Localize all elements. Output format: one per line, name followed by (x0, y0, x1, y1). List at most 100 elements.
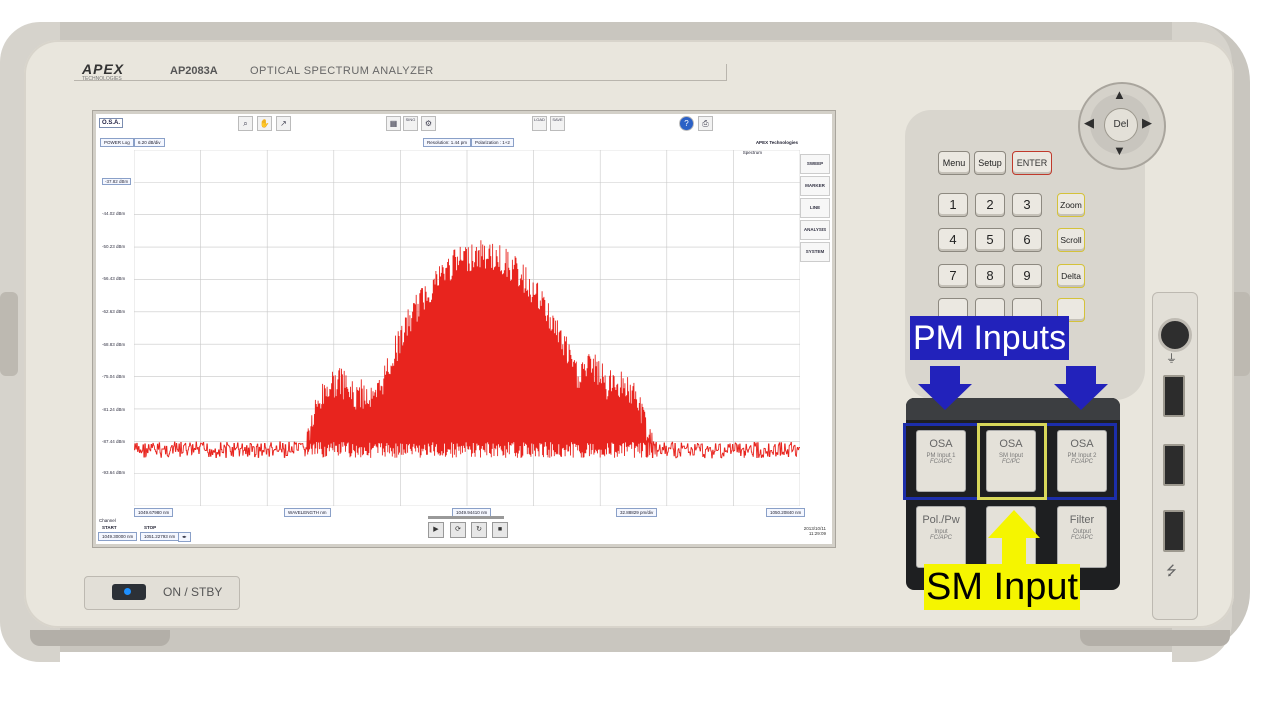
filter-output-connector[interactable]: Filter Output FC/APC (1057, 506, 1107, 568)
digit-key-1[interactable]: 1 (938, 193, 968, 217)
ground-terminal[interactable] (1158, 318, 1192, 352)
y-tick-label: -87.44 dBm (102, 439, 126, 444)
menu-line[interactable]: LINE (800, 198, 830, 218)
scale-label: POWER Log (100, 138, 134, 147)
usb-port[interactable] (1163, 444, 1185, 486)
y-tick-label: -44.02 dBm (102, 211, 126, 216)
display-screen: O.S.A. POWER Log 6.20 dB/div Resolution:… (96, 114, 832, 544)
model-number: AP2083A (170, 65, 218, 77)
delete-button[interactable]: Del (1104, 108, 1138, 142)
load-button[interactable]: LOAD (532, 116, 547, 131)
usb-icon: ⭍ (1166, 563, 1177, 578)
brand-logo: APEX (82, 61, 125, 77)
spectrum-plot[interactable] (134, 150, 800, 506)
arrow-right-icon[interactable]: ▶ (1142, 115, 1152, 131)
power-led (124, 588, 131, 595)
date-time: 2013/10/11 11:29:09 (804, 526, 826, 536)
pm-arrow-left (918, 366, 972, 410)
help-icon[interactable]: ? (679, 116, 694, 131)
menu-analysis[interactable]: ANALYSIS (800, 220, 830, 240)
x-axis-label: WAVELENGTH nm (284, 508, 331, 517)
run-icon[interactable]: ▶ (428, 522, 444, 538)
polarization-readout[interactable]: Polarization : 1+2 (471, 138, 514, 147)
menu-key[interactable]: Menu (938, 151, 970, 175)
digit-key-4[interactable]: 4 (938, 228, 968, 252)
y-tick-label: -93.64 dBm (102, 470, 126, 475)
scroll-bar[interactable] (428, 516, 504, 519)
y-tick-label: -50.23 dBm (102, 244, 126, 249)
x-start-readout[interactable]: 1049.67980 nm (134, 508, 174, 517)
scroll-key[interactable]: Scroll (1057, 228, 1085, 252)
connector-type: FC/APC (929, 535, 952, 541)
y-tick-label: -56.43 dBm (102, 276, 126, 281)
vendor-label: APEX Technologies (755, 140, 798, 145)
power-label: ON / STBY (163, 585, 223, 599)
digit-key-3[interactable]: 3 (1012, 193, 1042, 217)
print-icon[interactable]: ⎙ (698, 116, 713, 131)
digit-key-7[interactable]: 7 (938, 264, 968, 288)
arrow-up-icon[interactable]: ▲ (1113, 87, 1126, 102)
sm-input-highlight (977, 423, 1047, 500)
single-sweep-button[interactable]: SING (403, 116, 418, 131)
autoscale-icon[interactable]: ▦ (386, 116, 401, 131)
brand-subtitle: TECHNOLOGIES (82, 76, 122, 82)
repeat-icon[interactable]: ⟳ (450, 522, 466, 538)
setup-key[interactable]: Setup (974, 151, 1006, 175)
start-value[interactable]: 1049.30000 nm (98, 532, 138, 541)
arrow-down-icon[interactable]: ▼ (1113, 143, 1126, 158)
pm-inputs-callout: PM Inputs (910, 316, 1070, 360)
sm-input-callout: SM Input (924, 564, 1081, 610)
connector-type: FC/APC (1070, 535, 1093, 541)
pm-arrow-right (1054, 366, 1108, 410)
resolution-readout[interactable]: Resolution: 1.44 pm (423, 138, 472, 147)
ground-icon: ⏚ (1166, 353, 1177, 365)
stop-label: STOP (144, 525, 157, 530)
save-button[interactable]: SAVE (550, 116, 565, 131)
y-tick-top[interactable]: -37.82 dBm (102, 178, 132, 185)
digit-key-5[interactable]: 5 (975, 228, 1005, 252)
arrow-left-icon[interactable]: ◀ (1084, 115, 1094, 131)
stop-value[interactable]: 1051.22793 nm (140, 532, 180, 541)
digit-key-8[interactable]: 8 (975, 264, 1005, 288)
left-foot (30, 630, 170, 646)
y-tick-label: -75.04 dBm (102, 374, 126, 379)
scale-value[interactable]: 6.20 dB/div (134, 138, 165, 147)
right-foot (1080, 630, 1230, 646)
connector-title: Pol./Pw (922, 514, 960, 526)
enter-key[interactable]: ENTER (1012, 151, 1052, 175)
left-handle-mount (0, 292, 18, 376)
y-tick-label: -62.63 dBm (102, 309, 126, 314)
sm-arrow-shape (988, 510, 1040, 566)
x-span-readout[interactable]: 32.88829 pm/div (616, 508, 658, 517)
sm-arrow (988, 510, 1040, 566)
continuous-icon[interactable]: ↻ (471, 522, 487, 538)
connector-title: Filter (1069, 514, 1095, 526)
menu-marker[interactable]: MARKER (800, 176, 830, 196)
menu-system[interactable]: SYSTEM (800, 242, 830, 262)
menu-sweep[interactable]: SWEEP (800, 154, 830, 174)
y-tick-label: -68.83 dBm (102, 342, 126, 347)
digit-key-6[interactable]: 6 (1012, 228, 1042, 252)
pan-tool-icon[interactable]: ✋ (257, 116, 272, 131)
digit-key-9[interactable]: 9 (1012, 264, 1042, 288)
pm-arrows (918, 366, 1108, 410)
channel-label: Channel (99, 518, 116, 523)
x-stop-readout[interactable]: 1050.20840 nm (766, 508, 806, 517)
device-name: OPTICAL SPECTRUM ANALYZER (250, 65, 434, 77)
start-label: START (102, 525, 117, 530)
range-arrows-icon[interactable]: ◂▸ (178, 532, 191, 542)
stop-icon[interactable]: ■ (492, 522, 508, 538)
pol-pw-input-connector[interactable]: Pol./Pw Input FC/APC (916, 506, 966, 568)
delta-key[interactable]: Delta (1057, 264, 1085, 288)
repeat-sweep-icon[interactable]: ⚙ (421, 116, 436, 131)
zoom-tool-icon[interactable]: ⌕ (238, 116, 253, 131)
spectrum-trace (134, 240, 800, 459)
digit-key-2[interactable]: 2 (975, 193, 1005, 217)
y-tick-label: -81.24 dBm (102, 407, 126, 412)
usb-port[interactable] (1163, 510, 1185, 552)
mode-label: O.S.A. (99, 118, 124, 128)
usb-port[interactable] (1163, 375, 1185, 417)
time-value: 11:29:09 (808, 531, 826, 536)
zoom-key[interactable]: Zoom (1057, 193, 1085, 217)
marker-tool-icon[interactable]: ↗ (276, 116, 291, 131)
